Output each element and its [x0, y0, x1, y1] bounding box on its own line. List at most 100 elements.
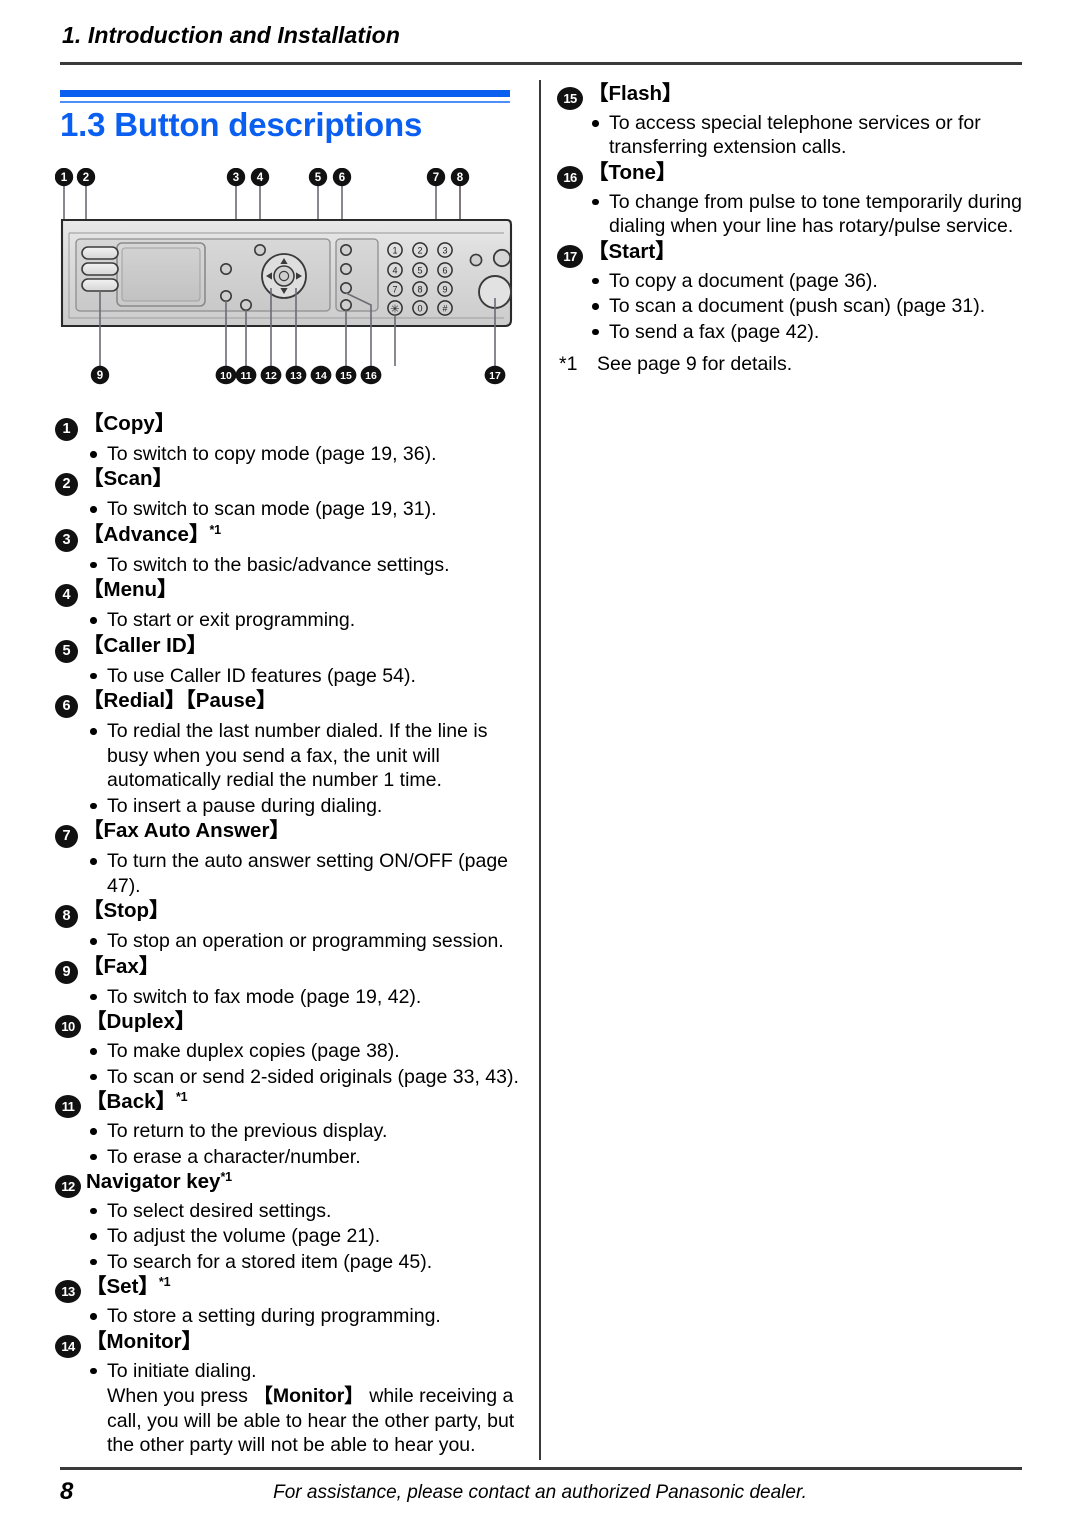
bullet-item: To switch to copy mode (page 19, 36). — [88, 442, 525, 466]
svg-text:5: 5 — [315, 172, 322, 184]
bullet-item: To insert a pause during dialing. — [88, 794, 525, 818]
entry-label: 【Monitor】 — [86, 1329, 203, 1353]
svg-text:7: 7 — [433, 172, 439, 184]
footnote-ref: *1 — [220, 1169, 232, 1184]
callout-marker: 12 — [55, 1174, 81, 1198]
svg-text:8: 8 — [457, 172, 464, 184]
entry-fax-auto-answer: 7 【Fax Auto Answer】 To turn the auto answ… — [55, 819, 525, 898]
callout-marker: 2 — [55, 473, 78, 497]
button-descriptions-right-column: 15 【Flash】 To access special telephone se… — [557, 82, 1027, 377]
svg-text:15: 15 — [340, 370, 352, 382]
entry-scan: 2 【Scan】 To switch to scan mode (page 19,… — [55, 467, 525, 521]
callout-marker: 8 — [55, 905, 78, 929]
column-divider — [539, 80, 541, 1460]
entry-heading: 7 【Fax Auto Answer】 — [55, 819, 525, 849]
entry-start: 17 【Start】 To copy a document (page 36). … — [557, 240, 1027, 344]
entry-menu: 4 【Menu】 To start or exit programming. — [55, 578, 525, 632]
entry-fax: 9 【Fax】 To switch to fax mode (page 19, 4… — [55, 955, 525, 1009]
bullet-item: To switch to fax mode (page 19, 42). — [88, 985, 525, 1009]
section-accent-bar-thin — [60, 101, 510, 103]
entry-bullets: To change from pulse to tone temporarily… — [557, 190, 1027, 239]
svg-text:10: 10 — [220, 370, 232, 382]
entry-label: 【Advance】 — [83, 522, 210, 546]
entry-label: 【Back】 — [86, 1090, 177, 1114]
footnote: *1 See page 9 for details. — [557, 352, 1027, 377]
entry-monitor: 14 【Monitor】 To initiate dialing. When yo… — [55, 1330, 525, 1458]
entry-tone: 16 【Tone】 To change from pulse to tone te… — [557, 161, 1027, 239]
callout-marker: 17 — [557, 244, 583, 268]
footnote-mark: *1 — [559, 353, 578, 376]
svg-text:8: 8 — [417, 285, 422, 295]
entry-set: 13 【Set】*1 To store a setting during prog… — [55, 1275, 525, 1328]
bullet-item: To initiate dialing. — [88, 1359, 525, 1383]
entry-advance: 3 【Advance】*1 To switch to the basic/adva… — [55, 523, 525, 577]
svg-text:3: 3 — [442, 246, 447, 256]
control-panel-figure: 123 456 789 ✳ 0 # 1 2 3 4 5 6 7 8 9 10 1… — [55, 168, 515, 390]
entry-label: 【Copy】 — [83, 412, 176, 435]
entry-heading: 14 【Monitor】 — [55, 1330, 525, 1358]
page-title: 1.3 Button descriptions — [60, 106, 423, 143]
svg-text:4: 4 — [257, 172, 264, 184]
svg-text:9: 9 — [97, 370, 103, 382]
entry-bullets: To use Caller ID features (page 54). — [55, 664, 525, 688]
running-head: 1. Introduction and Installation — [62, 22, 400, 48]
svg-text:2: 2 — [417, 246, 422, 256]
svg-text:#: # — [442, 304, 447, 314]
entry-heading: 16 【Tone】 — [557, 161, 1027, 189]
entry-heading: 13 【Set】*1 — [55, 1275, 525, 1304]
bullet-item: To turn the auto answer setting ON/OFF (… — [88, 849, 525, 898]
entry-label: 【Tone】 — [588, 160, 677, 184]
bullet-item: To redial the last number dialed. If the… — [88, 719, 525, 792]
entry-heading: 17 【Start】 — [557, 240, 1027, 268]
bullet-item: To start or exit programming. — [88, 608, 525, 632]
continuation-pre: When you press — [107, 1385, 254, 1408]
entry-bullets: To switch to scan mode (page 19, 31). — [55, 497, 525, 521]
svg-text:1: 1 — [61, 172, 68, 184]
entry-bullets: To switch to copy mode (page 19, 36). — [55, 442, 525, 466]
svg-text:16: 16 — [365, 370, 377, 382]
bullet-item: To send a fax (page 42). — [590, 320, 1027, 344]
callout-marker: 7 — [55, 825, 78, 849]
callout-marker: 16 — [557, 165, 583, 189]
svg-text:1: 1 — [392, 246, 397, 256]
svg-text:4: 4 — [392, 266, 397, 276]
bullet-item: To adjust the volume (page 21). — [88, 1224, 525, 1248]
entry-navigator-key: 12 Navigator key*1 To select desired sett… — [55, 1170, 525, 1274]
svg-text:2: 2 — [83, 172, 89, 184]
entry-bullets: To turn the auto answer setting ON/OFF (… — [55, 849, 525, 898]
entry-bullets: To stop an operation or programming sess… — [55, 929, 525, 953]
callout-marker: 10 — [55, 1015, 81, 1039]
callout-marker: 11 — [55, 1095, 81, 1119]
entry-back: 11 【Back】*1 To return to the previous dis… — [55, 1090, 525, 1169]
svg-text:13: 13 — [290, 370, 302, 382]
bullet-item: To return to the previous display. — [88, 1119, 525, 1143]
bullet-item: To switch to the basic/advance settings. — [88, 553, 525, 577]
bullet-item: To use Caller ID features (page 54). — [88, 664, 525, 688]
entry-heading: 8 【Stop】 — [55, 899, 525, 929]
entry-bullets: To copy a document (page 36). To scan a … — [557, 269, 1027, 344]
footnote-ref: *1 — [158, 1275, 171, 1290]
bullet-item: To access special telephone services or … — [590, 111, 1027, 160]
entry-heading: 6 【Redial】【Pause】 — [55, 689, 525, 719]
svg-text:9: 9 — [442, 285, 447, 295]
entry-heading: 2 【Scan】 — [55, 467, 525, 497]
svg-text:14: 14 — [315, 370, 327, 382]
inline-key-monitor: 【Monitor】 — [253, 1385, 364, 1408]
entry-label: 【Stop】 — [83, 899, 170, 923]
entry-bullets: To redial the last number dialed. If the… — [55, 719, 525, 818]
entry-heading: 9 【Fax】 — [55, 955, 525, 984]
entry-flash: 15 【Flash】 To access special telephone se… — [557, 82, 1027, 160]
entry-heading: 11 【Back】*1 — [55, 1090, 525, 1119]
bullet-item: To switch to scan mode (page 19, 31). — [88, 497, 525, 521]
button-descriptions-left-column: 1 【Copy】 To switch to copy mode (page 19,… — [55, 412, 525, 1459]
entry-caller-id: 5 【Caller ID】 To use Caller ID features (… — [55, 634, 525, 688]
entry-heading: 15 【Flash】 — [557, 82, 1027, 110]
entry-label: 【Caller ID】 — [83, 633, 208, 657]
footnote-ref: *1 — [176, 1090, 188, 1105]
svg-text:12: 12 — [265, 370, 277, 382]
entry-heading: 4 【Menu】 — [55, 578, 525, 608]
entry-label: 【Start】 — [588, 239, 676, 263]
entry-label: 【Fax Auto Answer】 — [83, 819, 290, 843]
figure-callouts-top: 1 2 3 4 5 6 7 8 — [55, 168, 470, 187]
svg-text:3: 3 — [233, 172, 239, 184]
